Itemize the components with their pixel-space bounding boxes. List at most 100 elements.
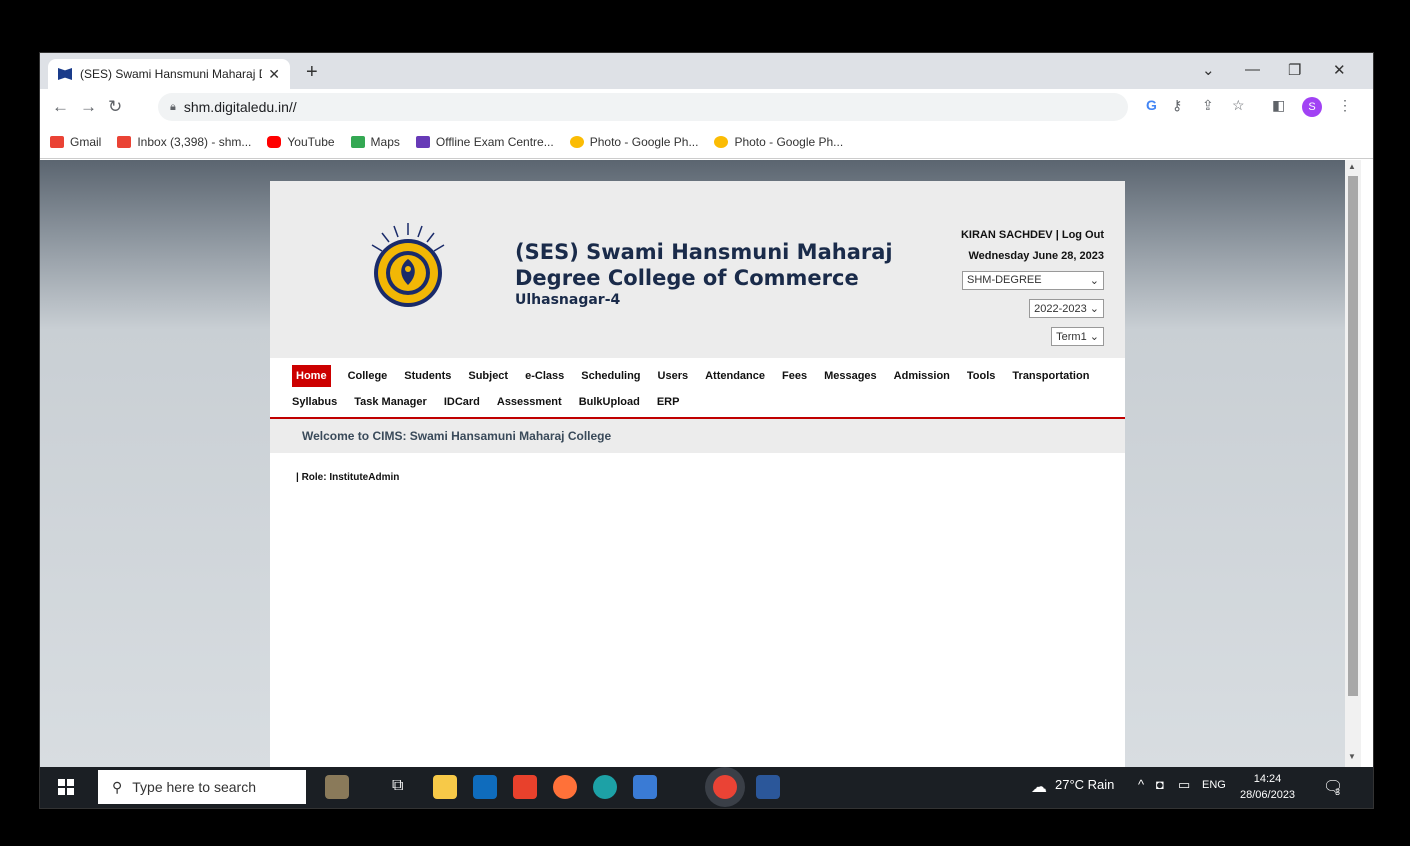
edge-icon[interactable] <box>593 775 617 799</box>
network-icon[interactable]: ▭ <box>1178 777 1190 793</box>
close-window-icon[interactable]: ✕ <box>1333 61 1346 79</box>
taskbar-clock[interactable]: 14:24 28/06/2023 <box>1240 771 1295 803</box>
search-placeholder: Type here to search <box>132 779 257 795</box>
firefox-icon[interactable] <box>553 775 577 799</box>
institute-select[interactable]: SHM-DEGREE ⌄ <box>962 271 1104 290</box>
bookmark-label: Maps <box>370 134 400 149</box>
menu-item-task-manager[interactable]: Task Manager <box>354 396 427 408</box>
bookmark-offline-exam[interactable]: Offline Exam Centre... <box>415 134 554 149</box>
term-select[interactable]: Term1 ⌄ <box>1051 327 1104 346</box>
mail-icon[interactable] <box>473 775 497 799</box>
role-label: | Role: InstituteAdmin <box>296 472 400 483</box>
bookmark-photo-2[interactable]: Photo - Google Ph... <box>714 135 843 149</box>
menu-item-bulkupload[interactable]: BulkUpload <box>579 396 640 408</box>
windows-start-icon[interactable] <box>58 779 74 795</box>
close-tab-icon[interactable]: ✕ <box>268 66 280 83</box>
menu-item-assessment[interactable]: Assessment <box>497 396 562 408</box>
scroll-thumb[interactable] <box>1348 176 1358 696</box>
main-menu-row-2: Syllabus Task Manager IDCard Assessment Bulk… <box>292 389 1089 415</box>
browser-tab[interactable]: (SES) Swami Hansmuni Maharaj D ✕ <box>48 59 290 89</box>
cims-page: (SES) Swami Hansmuni Maharaj Degree Coll… <box>270 181 1125 767</box>
menu-item-home[interactable]: Home <box>292 365 331 387</box>
tab-title: (SES) Swami Hansmuni Maharaj D <box>80 67 263 81</box>
menu-item-subject[interactable]: Subject <box>468 370 508 382</box>
word-icon[interactable] <box>756 775 780 799</box>
file-explorer-icon[interactable] <box>433 775 457 799</box>
side-panel-icon[interactable]: ◧ <box>1272 97 1285 114</box>
weather-icon[interactable]: ☁ <box>1031 777 1047 797</box>
anydesk-icon[interactable] <box>513 775 537 799</box>
browser-toolbar: ← → ↻ 🔒︎ shm.digitaledu.in// G ⚷ ⇪ ☆ ◧ S… <box>40 89 1373 125</box>
menu-item-idcard[interactable]: IDCard <box>444 396 480 408</box>
year-select[interactable]: 2022-2023 ⌄ <box>1029 299 1104 318</box>
logout-link[interactable]: Log Out <box>1062 229 1104 241</box>
menu-item-transportation[interactable]: Transportation <box>1012 370 1089 382</box>
language-indicator[interactable]: ENG <box>1202 779 1226 791</box>
weather-text[interactable]: 27°C Rain <box>1055 777 1114 792</box>
notification-icon[interactable]: 🗨 <box>1323 777 1343 797</box>
bookmark-photo-1[interactable]: Photo - Google Ph... <box>569 134 699 149</box>
menu-item-fees[interactable]: Fees <box>782 370 807 382</box>
menu-item-attendance[interactable]: Attendance <box>705 370 765 382</box>
share-icon[interactable]: ⇪ <box>1202 97 1214 114</box>
college-seal-logo <box>371 223 445 307</box>
meet-now-icon[interactable]: ◘ <box>1156 777 1164 792</box>
taskbar-search[interactable]: ⚲ Type here to search <box>98 770 306 804</box>
task-view-icon[interactable]: ⧉ <box>392 777 403 795</box>
menu-item-syllabus[interactable]: Syllabus <box>292 396 337 408</box>
store-icon[interactable] <box>633 775 657 799</box>
menu-dots-icon[interactable]: ⋮ <box>1338 97 1352 114</box>
college-name-line1: (SES) Swami Hansmuni Maharaj <box>515 240 893 264</box>
key-icon[interactable]: ⚷ <box>1172 97 1182 114</box>
new-tab-icon[interactable]: + <box>306 61 318 84</box>
gmail-icon <box>117 135 132 148</box>
reload-icon[interactable]: ↻ <box>108 97 122 117</box>
chevron-down-icon: ⌄ <box>1089 275 1099 287</box>
menu-item-e-class[interactable]: e-Class <box>525 370 564 382</box>
menu-item-messages[interactable]: Messages <box>824 370 877 382</box>
bookmark-label: Offline Exam Centre... <box>435 134 554 149</box>
minimize-icon[interactable]: — <box>1245 61 1260 78</box>
tab-search-icon[interactable]: ⌄ <box>1202 61 1215 79</box>
term-select-value: Term1 <box>1056 331 1087 343</box>
address-bar[interactable]: 🔒︎ shm.digitaledu.in// <box>158 93 1128 121</box>
menu-item-tools[interactable]: Tools <box>967 370 996 382</box>
scroll-up-icon[interactable]: ▲ <box>1348 162 1356 171</box>
google-lens-icon[interactable]: G <box>1146 97 1157 113</box>
menu-item-users[interactable]: Users <box>658 370 689 382</box>
chrome-icon[interactable] <box>713 775 737 799</box>
bookmarks-bar: Gmail Inbox (3,398) - shm... YouTube Map… <box>40 125 1373 159</box>
search-icon: ⚲ <box>112 778 123 795</box>
desktop-screen: (SES) Swami Hansmuni Maharaj D ✕ + ⌄ — ❐… <box>39 52 1374 809</box>
restore-icon[interactable]: ❐ <box>1288 61 1301 79</box>
menu-item-admission[interactable]: Admission <box>894 370 950 382</box>
forward-icon[interactable]: → <box>80 97 97 117</box>
user-name: KIRAN SACHDEV | <box>960 229 1059 241</box>
book-icon <box>58 68 72 80</box>
page-scrollbar[interactable]: ▲ ▼ <box>1345 160 1361 767</box>
college-location: Ulhasnagar-4 <box>515 292 621 308</box>
page-header: (SES) Swami Hansmuni Maharaj Degree Coll… <box>270 181 1125 358</box>
menu-item-scheduling[interactable]: Scheduling <box>581 370 640 382</box>
college-name: (SES) Swami Hansmuni Maharaj Degree Coll… <box>515 239 893 309</box>
bookmark-youtube[interactable]: YouTube <box>267 135 335 149</box>
cortana-art-icon[interactable] <box>325 775 349 799</box>
scroll-down-icon[interactable]: ▼ <box>1348 752 1356 761</box>
menu-item-college[interactable]: College <box>348 370 388 382</box>
bookmark-inbox[interactable]: Inbox (3,398) - shm... <box>117 135 251 149</box>
bookmark-maps[interactable]: Maps <box>350 134 400 149</box>
clock-date: 28/06/2023 <box>1240 789 1296 801</box>
star-icon[interactable]: ☆ <box>1232 97 1245 114</box>
tray-chevron-icon[interactable]: ^ <box>1138 777 1144 792</box>
bookmark-label: Photo - Google Ph... <box>589 134 699 149</box>
avatar[interactable]: S <box>1302 97 1322 117</box>
year-select-value: 2022-2023 <box>1034 303 1087 315</box>
welcome-banner: Welcome to CIMS: Swami Hansamuni Maharaj… <box>270 419 1125 453</box>
menu-item-erp[interactable]: ERP <box>657 396 680 408</box>
back-icon[interactable]: ← <box>52 97 69 117</box>
menu-item-students[interactable]: Students <box>404 370 451 382</box>
gmail-icon <box>50 135 64 148</box>
bookmark-gmail[interactable]: Gmail <box>50 135 101 149</box>
lock-icon: 🔒︎ <box>170 100 176 113</box>
bookmark-label: Inbox (3,398) - shm... <box>137 134 252 149</box>
